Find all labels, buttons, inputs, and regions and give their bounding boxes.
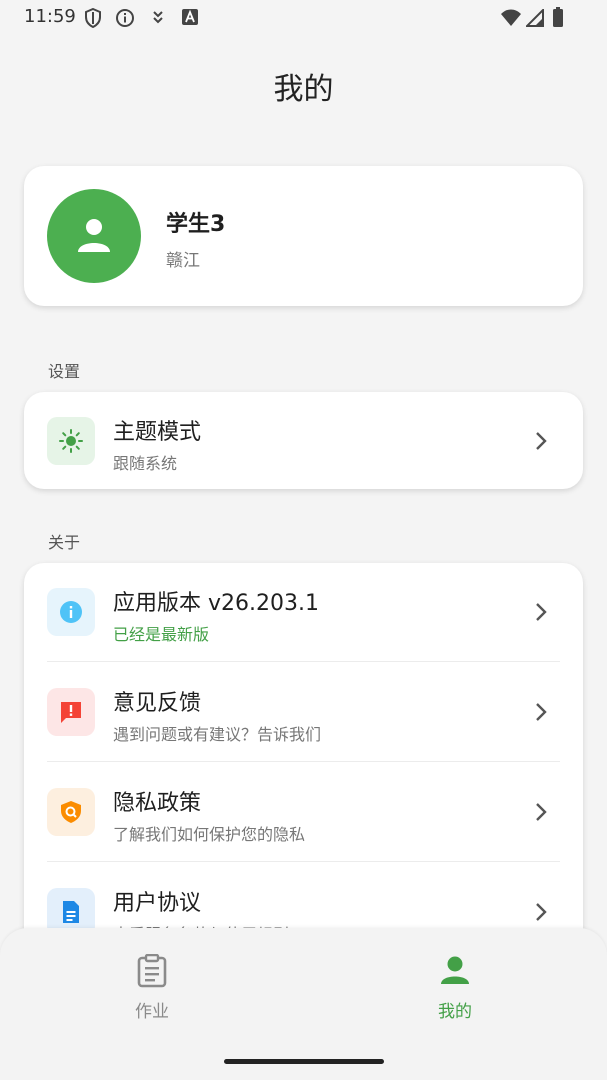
chevron-right-icon (536, 903, 547, 921)
divider (47, 861, 560, 862)
shield-icon (84, 7, 102, 32)
feedback-icon (47, 688, 95, 736)
theme-mode-title: 主题模式 (113, 420, 202, 445)
person-icon (78, 219, 110, 252)
chevron-right-icon (536, 703, 547, 721)
user-location: 赣江 (166, 251, 200, 271)
feedback-item[interactable]: 意见反馈 遇到问题或有建议？告诉我们 (24, 663, 583, 763)
settings-card: 主题模式 跟随系统 (24, 392, 583, 489)
home-indicator[interactable] (224, 1059, 384, 1064)
user-agreement-title: 用户协议 (113, 891, 202, 916)
theme-mode-subtitle: 跟随系统 (113, 454, 178, 473)
theme-mode-item[interactable]: 主题模式 跟随系统 (24, 392, 583, 489)
nav-label-mine: 我的 (438, 1002, 472, 1022)
status-bar: 11:59 (0, 0, 607, 36)
app-version-status: 已经是最新版 (113, 625, 210, 644)
app-version-title: 应用版本 v26.203.1 (113, 591, 319, 616)
privacy-policy-subtitle: 了解我们如何保护您的隐私 (113, 825, 306, 844)
divider (47, 761, 560, 762)
nav-item-mine[interactable]: 我的 (375, 928, 535, 1028)
sun-icon (47, 417, 95, 465)
page-title: 我的 (273, 72, 334, 107)
privacy-policy-item[interactable]: 隐私政策 了解我们如何保护您的隐私 (24, 763, 583, 863)
chevron-right-icon (536, 803, 547, 821)
feedback-subtitle: 遇到问题或有建议？告诉我们 (113, 725, 322, 744)
section-label-about: 关于 (48, 533, 81, 552)
battery-icon (552, 7, 564, 31)
divider (47, 661, 560, 662)
status-time: 11:59 (24, 6, 76, 27)
keyboard-a-icon (181, 8, 199, 30)
feedback-title: 意见反馈 (113, 691, 202, 716)
app-version-item[interactable]: 应用版本 v26.203.1 已经是最新版 (24, 563, 583, 663)
person-icon (441, 956, 469, 984)
chevron-right-icon (536, 432, 547, 450)
avatar (47, 189, 141, 283)
bottom-nav: 作业 我的 (0, 928, 607, 1080)
assignment-icon (137, 954, 167, 988)
info-icon (115, 8, 135, 32)
nav-label-homework: 作业 (135, 1002, 169, 1022)
profile-card[interactable]: 学生3 赣江 (24, 166, 583, 306)
info-icon (47, 588, 95, 636)
download-icon (150, 8, 166, 32)
wifi-icon (500, 9, 522, 31)
privacy-shield-icon (47, 788, 95, 836)
chevron-right-icon (536, 603, 547, 621)
about-card: 应用版本 v26.203.1 已经是最新版 意见反馈 遇到问题或有建议？告诉我们… (24, 563, 583, 983)
nav-item-homework[interactable]: 作业 (72, 928, 232, 1028)
section-label-settings: 设置 (48, 362, 81, 381)
privacy-policy-title: 隐私政策 (113, 791, 202, 816)
signal-icon (524, 7, 544, 31)
user-name: 学生3 (166, 212, 226, 237)
